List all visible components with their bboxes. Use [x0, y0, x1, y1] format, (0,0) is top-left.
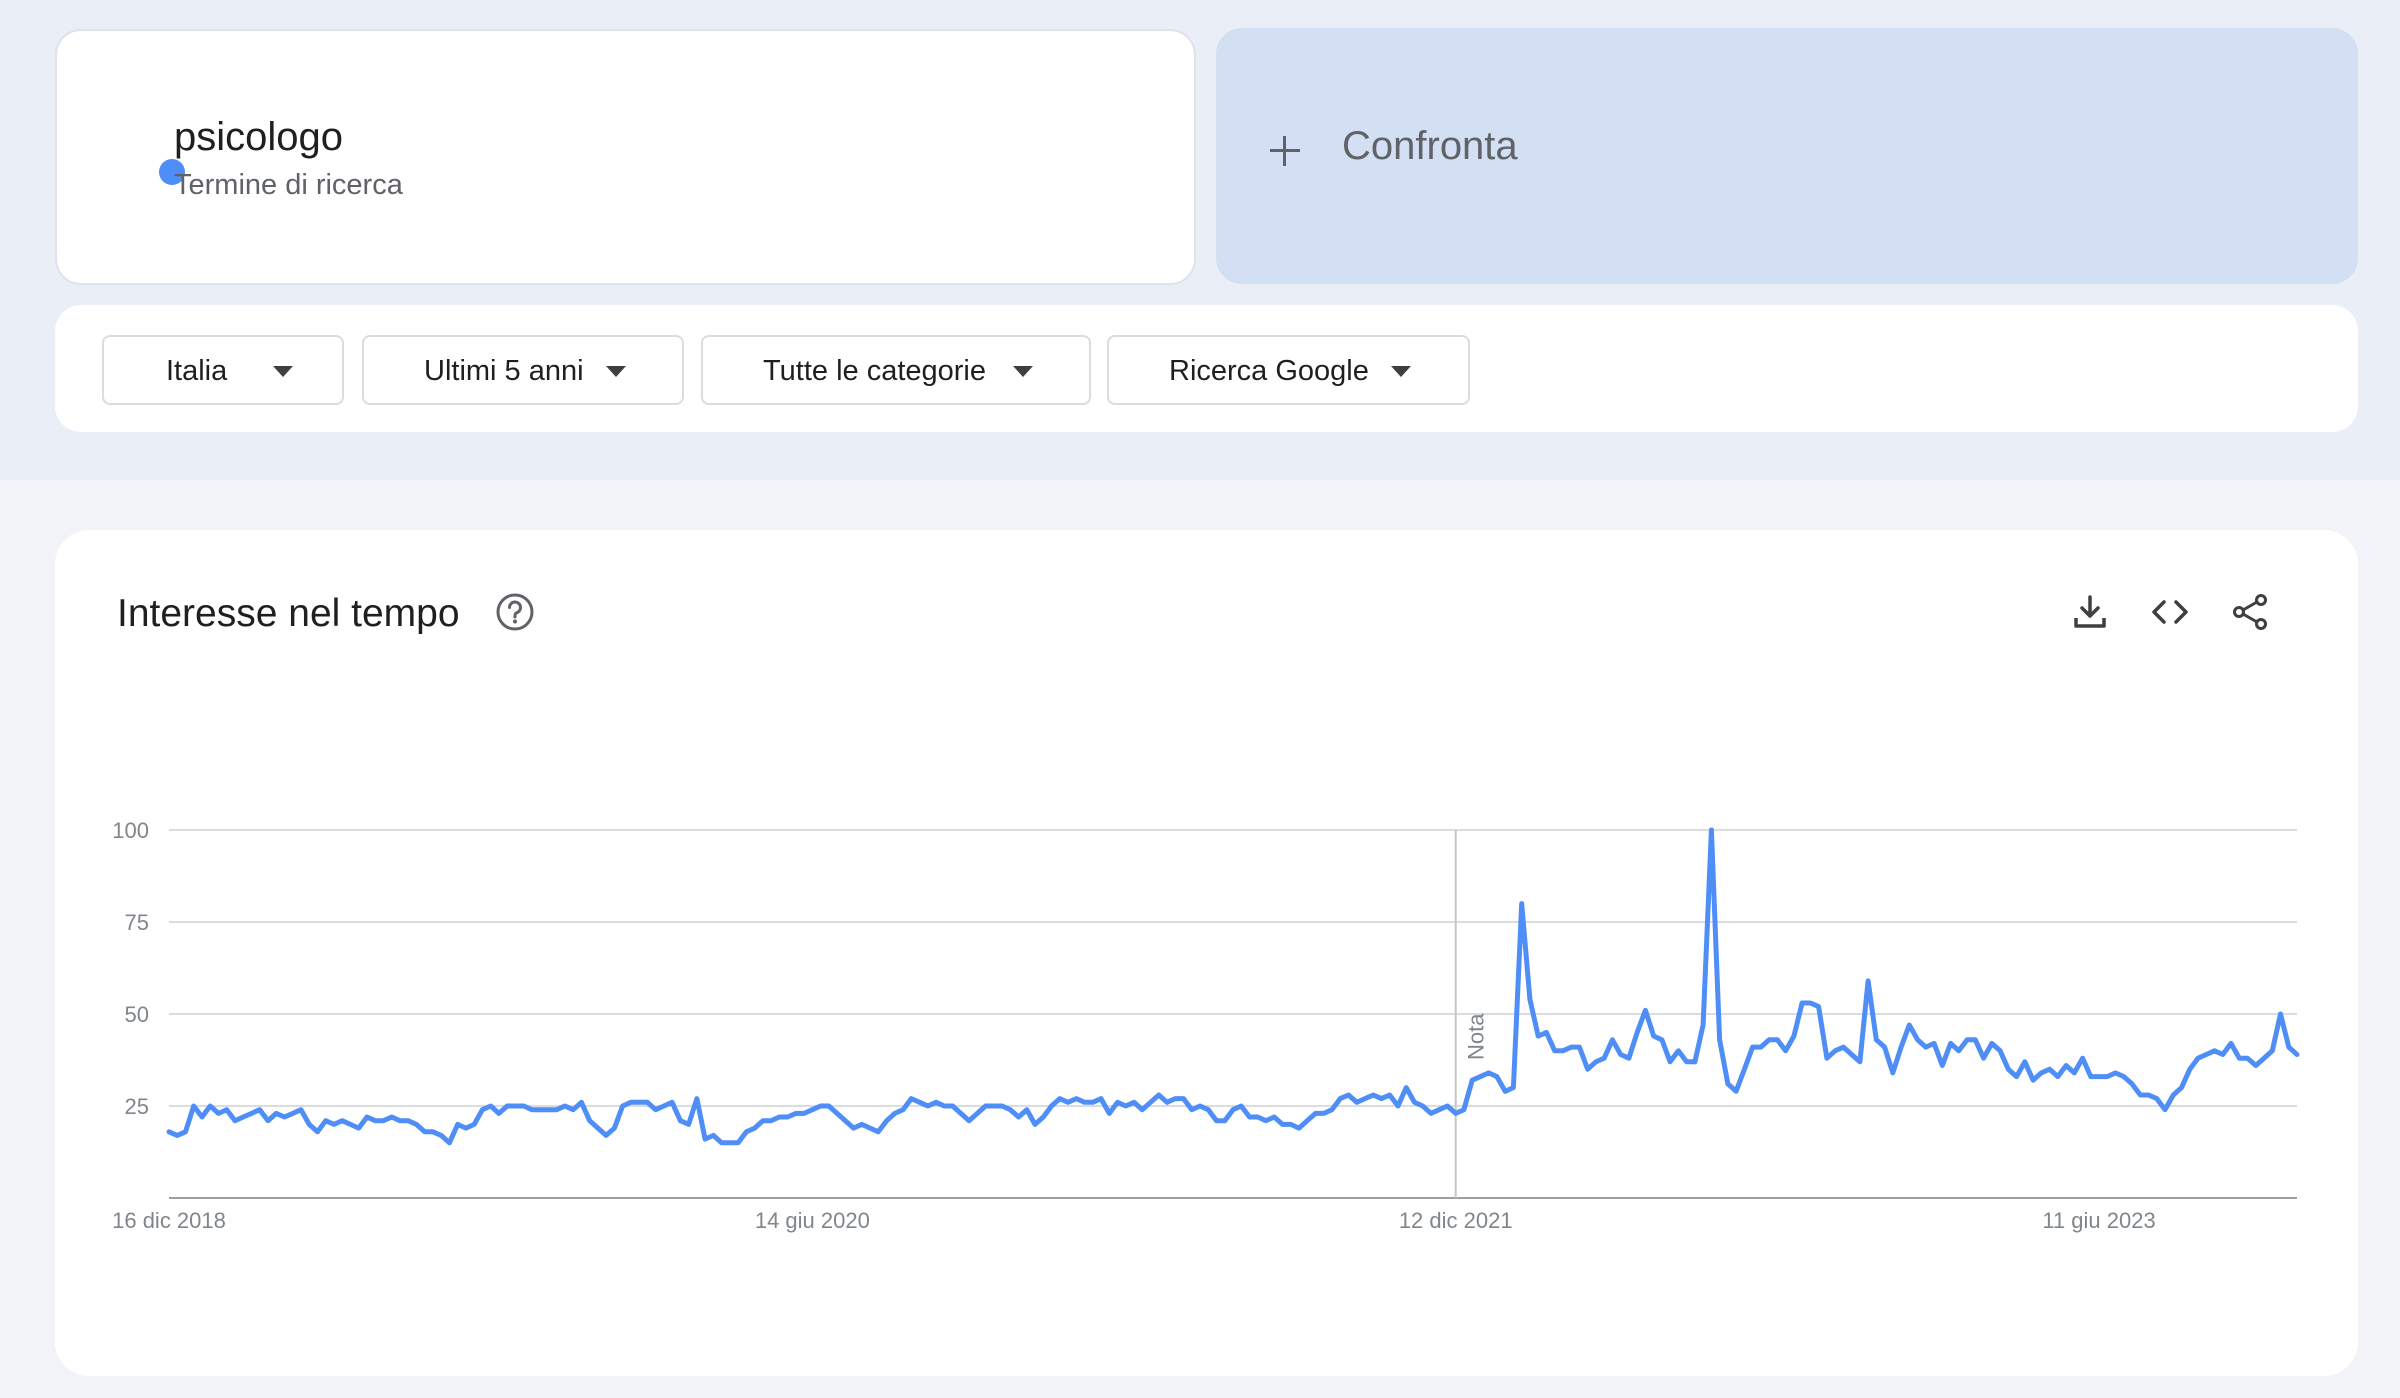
filter-region-label: Italia	[166, 355, 228, 387]
annotation-label: Nota	[1464, 1013, 1489, 1060]
x-tick-label: 14 giu 2020	[755, 1208, 870, 1233]
dropdown-arrow-icon	[273, 366, 293, 377]
y-tick-label: 25	[125, 1094, 149, 1119]
compare-button[interactable]: Confronta	[1216, 28, 2358, 284]
trend-chart: 25 50 75 100 16 dic 2018 14 giu 2020 12 dic 20…	[112, 818, 2300, 1233]
search-term-name[interactable]: psicologo	[174, 115, 343, 160]
dropdown-arrow-icon	[1013, 366, 1033, 377]
y-tick-label: 75	[125, 910, 149, 935]
dropdown-arrow-icon	[606, 366, 626, 377]
x-tick-label: 11 giu 2023	[2042, 1208, 2155, 1233]
plus-icon	[1270, 136, 1300, 166]
compare-label: Confronta	[1342, 124, 1518, 168]
filter-search-type-label: Ricerca Google	[1169, 355, 1369, 387]
y-tick-label: 100	[112, 818, 149, 843]
x-tick-label: 12 dic 2021	[1399, 1208, 1513, 1233]
filter-region-dropdown[interactable]: Italia	[102, 335, 344, 405]
filter-search-type-dropdown[interactable]: Ricerca Google	[1107, 335, 1470, 405]
filter-timerange-label: Ultimi 5 anni	[424, 355, 584, 387]
y-tick-label: 50	[125, 1002, 149, 1027]
dropdown-arrow-icon	[1391, 366, 1411, 377]
filter-category-label: Tutte le categorie	[763, 355, 986, 387]
filter-timerange-dropdown[interactable]: Ultimi 5 anni	[362, 335, 684, 405]
series-line-psicologo	[166, 827, 2300, 1146]
filter-category-dropdown[interactable]: Tutte le categorie	[701, 335, 1091, 405]
search-term-type: Termine di ricerca	[174, 169, 403, 201]
x-tick-label: 16 dic 2018	[112, 1208, 226, 1233]
filter-bar: Italia Ultimi 5 anni Tutte le categorie …	[55, 305, 2358, 432]
interest-over-time-card: Interesse nel tempo 25 50 75 100 16 dic 2018…	[55, 530, 2358, 1376]
search-term-card[interactable]: psicologo Termine di ricerca	[55, 29, 1196, 285]
